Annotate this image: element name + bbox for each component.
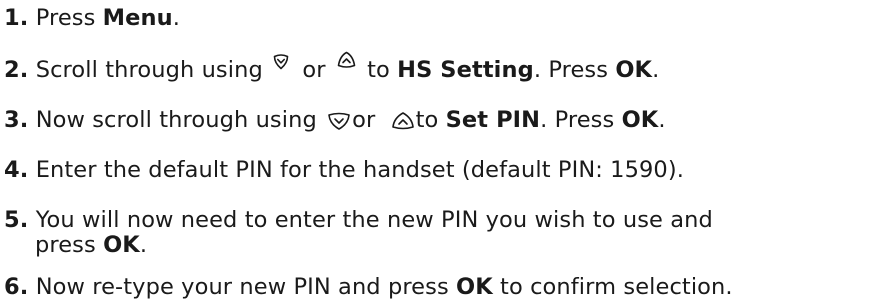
step-4: 4. Enter the default PIN for the handset… (4, 155, 684, 185)
step-number: 6 (4, 274, 20, 300)
step-6: 6. Now re-type your new PIN and press OK… (4, 272, 733, 302)
step-text: . Press (540, 107, 622, 133)
step-text: to confirm selection. (492, 274, 733, 300)
step-2: 2. Scroll through using or to HS Setting… (4, 51, 660, 85)
step-text: . (658, 107, 666, 133)
instruction-steps: 1. Press Menu. 2. Scroll through using o… (0, 0, 889, 305)
step-3: 3. Now scroll through using or to Set PI… (4, 105, 666, 135)
step-number-dot: . (19, 207, 29, 233)
step-text: . Press (533, 57, 616, 83)
step-text: . (139, 232, 148, 258)
ok-keyword: OK (615, 57, 653, 83)
step-number: 3 (4, 107, 20, 133)
scroll-up-key-icon (391, 111, 415, 131)
step-text: . (652, 57, 660, 83)
hs-setting-keyword: HS Setting (397, 57, 534, 83)
step-text: to (415, 107, 446, 133)
step-5-continuation: press OK. (35, 230, 147, 260)
ok-keyword: OK (456, 274, 493, 300)
step-text: Now scroll through using (35, 107, 325, 133)
step-number-dot: . (19, 274, 29, 300)
step-text: press (35, 232, 104, 258)
step-number-dot: . (19, 5, 29, 31)
step-number: 5 (4, 207, 20, 233)
step-text: Scroll through using (35, 57, 271, 83)
menu-keyword: Menu (102, 5, 173, 31)
scroll-down-key-icon (327, 111, 351, 131)
step-number-dot: . (19, 107, 29, 133)
step-text: Press (35, 5, 103, 31)
step-number: 1 (4, 5, 20, 31)
set-pin-keyword: Set PIN (445, 107, 541, 133)
step-text: or (352, 107, 383, 133)
scroll-up-key-icon (337, 51, 356, 69)
step-text: Now re-type your new PIN and press (35, 274, 457, 300)
step-number: 4 (4, 157, 20, 183)
step-1: 1. Press Menu. (4, 3, 180, 33)
step-text: . (172, 5, 181, 31)
ok-keyword: OK (621, 107, 659, 133)
step-text: Enter the default PIN for the handset (d… (35, 157, 684, 183)
ok-keyword: OK (103, 232, 140, 258)
step-number-dot: . (19, 157, 29, 183)
step-text: or (295, 57, 333, 83)
step-number: 2 (4, 57, 20, 83)
step-text: to (359, 57, 398, 83)
scroll-down-key-icon (272, 53, 290, 71)
step-number-dot: . (19, 57, 29, 83)
